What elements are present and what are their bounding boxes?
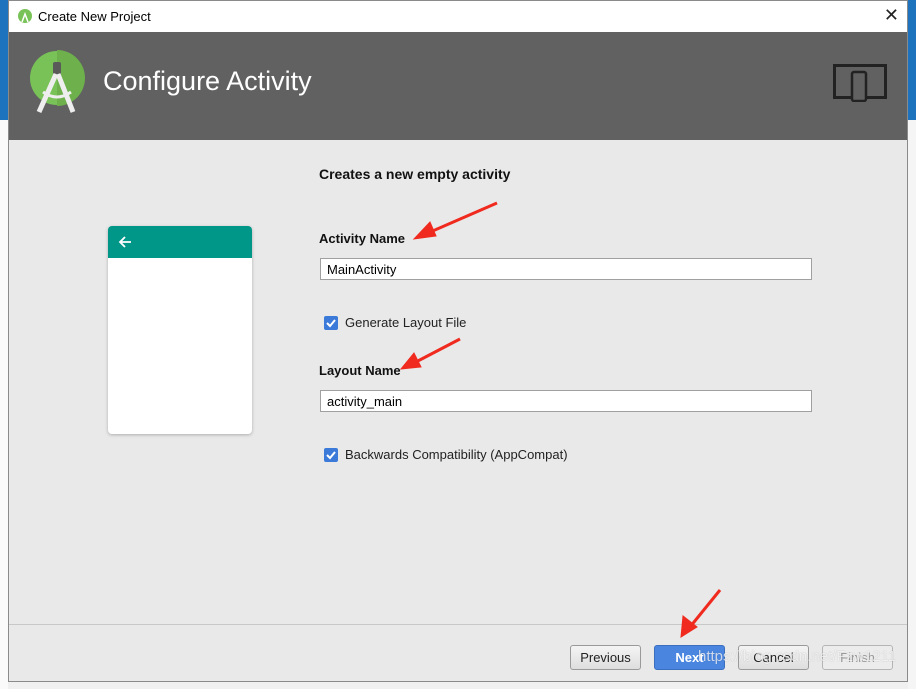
generate-layout-checkbox[interactable]: Generate Layout File bbox=[324, 315, 466, 330]
checkbox-checked-icon bbox=[324, 315, 338, 330]
create-project-dialog: Create New Project ✕ Configure Activity … bbox=[8, 0, 908, 682]
generate-layout-label: Generate Layout File bbox=[345, 315, 467, 330]
finish-button[interactable]: Finish bbox=[822, 645, 893, 670]
close-icon[interactable]: ✕ bbox=[884, 5, 899, 26]
footer-divider bbox=[9, 624, 907, 625]
layout-name-label: Layout Name bbox=[319, 363, 401, 378]
checkbox-checked-icon bbox=[324, 447, 338, 462]
header-banner: Configure Activity bbox=[9, 32, 907, 140]
backwards-compat-label: Backwards Compatibility (AppCompat) bbox=[345, 447, 568, 462]
preview-toolbar bbox=[108, 226, 252, 258]
android-studio-logo-icon bbox=[30, 50, 85, 114]
activity-preview bbox=[108, 226, 252, 434]
app-icon bbox=[18, 9, 32, 23]
title-bar: Create New Project ✕ bbox=[9, 1, 907, 32]
page-title: Configure Activity bbox=[103, 66, 312, 96]
previous-button[interactable]: Previous bbox=[570, 645, 641, 670]
activity-name-input[interactable] bbox=[320, 258, 812, 280]
arrow-back-icon bbox=[118, 236, 131, 248]
cancel-button[interactable]: Cancel bbox=[738, 645, 809, 670]
layout-name-input[interactable] bbox=[320, 390, 812, 412]
window-title: Create New Project bbox=[38, 9, 151, 24]
activity-name-label: Activity Name bbox=[319, 231, 405, 246]
subtitle: Creates a new empty activity bbox=[319, 166, 511, 182]
background-window-right bbox=[908, 120, 916, 689]
backwards-compat-checkbox[interactable]: Backwards Compatibility (AppCompat) bbox=[324, 447, 568, 462]
next-button[interactable]: Next bbox=[654, 645, 725, 670]
content-area: Creates a new empty activity Activity Na… bbox=[9, 140, 907, 624]
background-window-left bbox=[0, 120, 8, 689]
tablet-phone-icon bbox=[833, 64, 887, 102]
